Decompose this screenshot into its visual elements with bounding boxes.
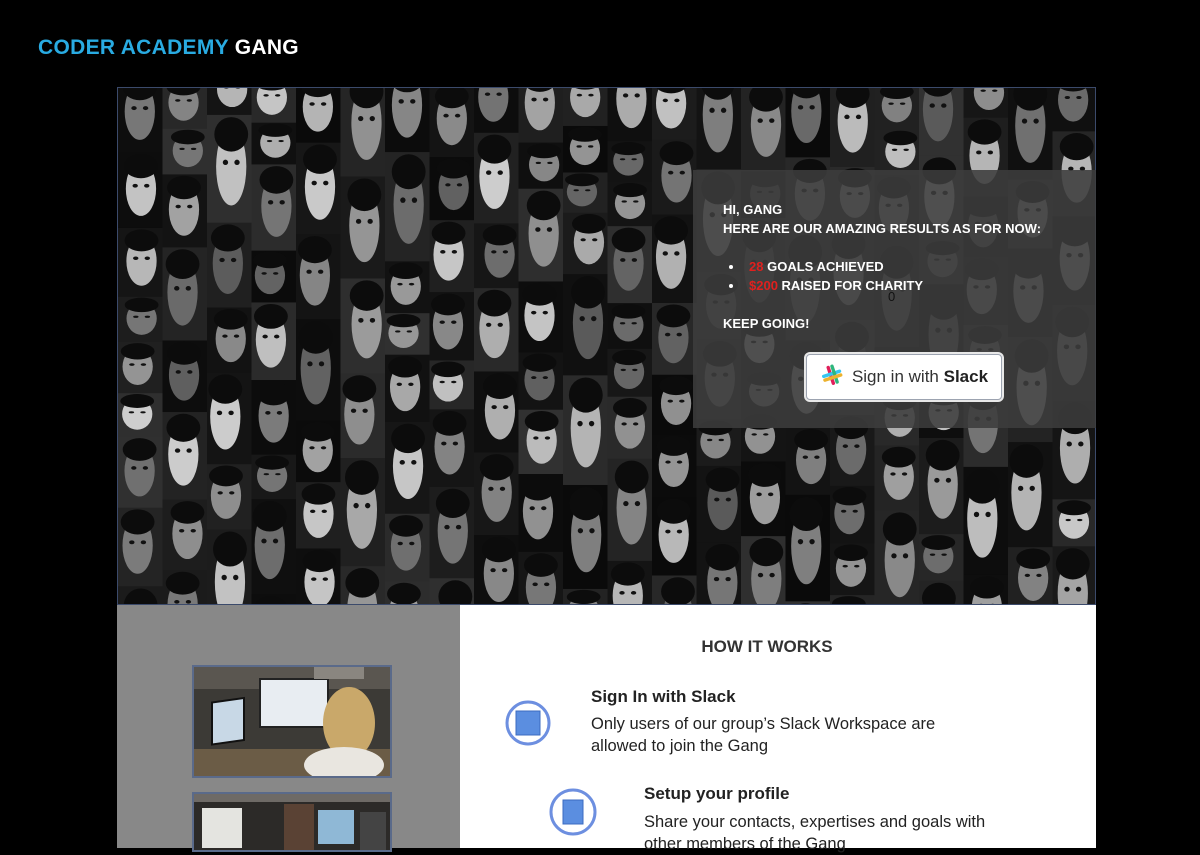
site-logo[interactable]: CODER ACADEMY GANG	[38, 36, 299, 60]
office-photo-1	[192, 665, 392, 778]
signin-step-icon	[505, 700, 551, 751]
how-it-works-section: HOW IT WORKS Sign In with Slack Only use…	[460, 605, 1096, 848]
goals-count: 28	[749, 259, 763, 274]
logo-text-primary: CODER ACADEMY	[38, 36, 229, 59]
results-item-goals: 28 GOALS ACHIEVED	[749, 257, 1041, 276]
sign-in-brand: Slack	[944, 367, 988, 386]
results-intro: HERE ARE OUR AMAZING RESULTS AS FOR NOW:	[723, 219, 1041, 238]
office-photo-2	[192, 792, 392, 852]
logo-text-secondary: GANG	[235, 36, 299, 59]
sign-in-prefix: Sign in with	[852, 367, 939, 386]
step-desc-signin-line2: allowed to join the Gang	[591, 735, 768, 757]
results-panel: HI, GANG HERE ARE OUR AMAZING RESULTS AS…	[693, 170, 1096, 428]
how-it-works-title: HOW IT WORKS	[460, 637, 1074, 657]
slack-logo-icon	[820, 363, 844, 392]
charity-amount: $200	[749, 278, 778, 293]
closing-text: KEEP GOING!	[723, 314, 1041, 333]
goals-label: GOALS ACHIEVED	[767, 259, 884, 274]
greeting-text: HI, GANG	[723, 200, 1041, 219]
step-title-signin: Sign In with Slack	[591, 687, 736, 707]
step-title-profile: Setup your profile	[644, 784, 789, 804]
step-desc-signin-line1: Only users of our group’s Slack Workspac…	[591, 713, 935, 735]
step-desc-profile-line2: other members of the Gang	[644, 833, 846, 855]
profile-step-icon	[549, 788, 597, 841]
sign-in-with-slack-button[interactable]: Sign in with Slack	[806, 354, 1002, 400]
photo-column	[117, 605, 460, 848]
results-list: 28 GOALS ACHIEVED $200 RAISED FOR CHARIT…	[723, 257, 1041, 295]
step-desc-profile-line1: Share your contacts, expertises and goal…	[644, 811, 985, 833]
stray-character: 0	[888, 289, 895, 304]
sign-in-label: Sign in with Slack	[852, 367, 988, 387]
charity-label: RAISED FOR CHARITY	[782, 278, 924, 293]
